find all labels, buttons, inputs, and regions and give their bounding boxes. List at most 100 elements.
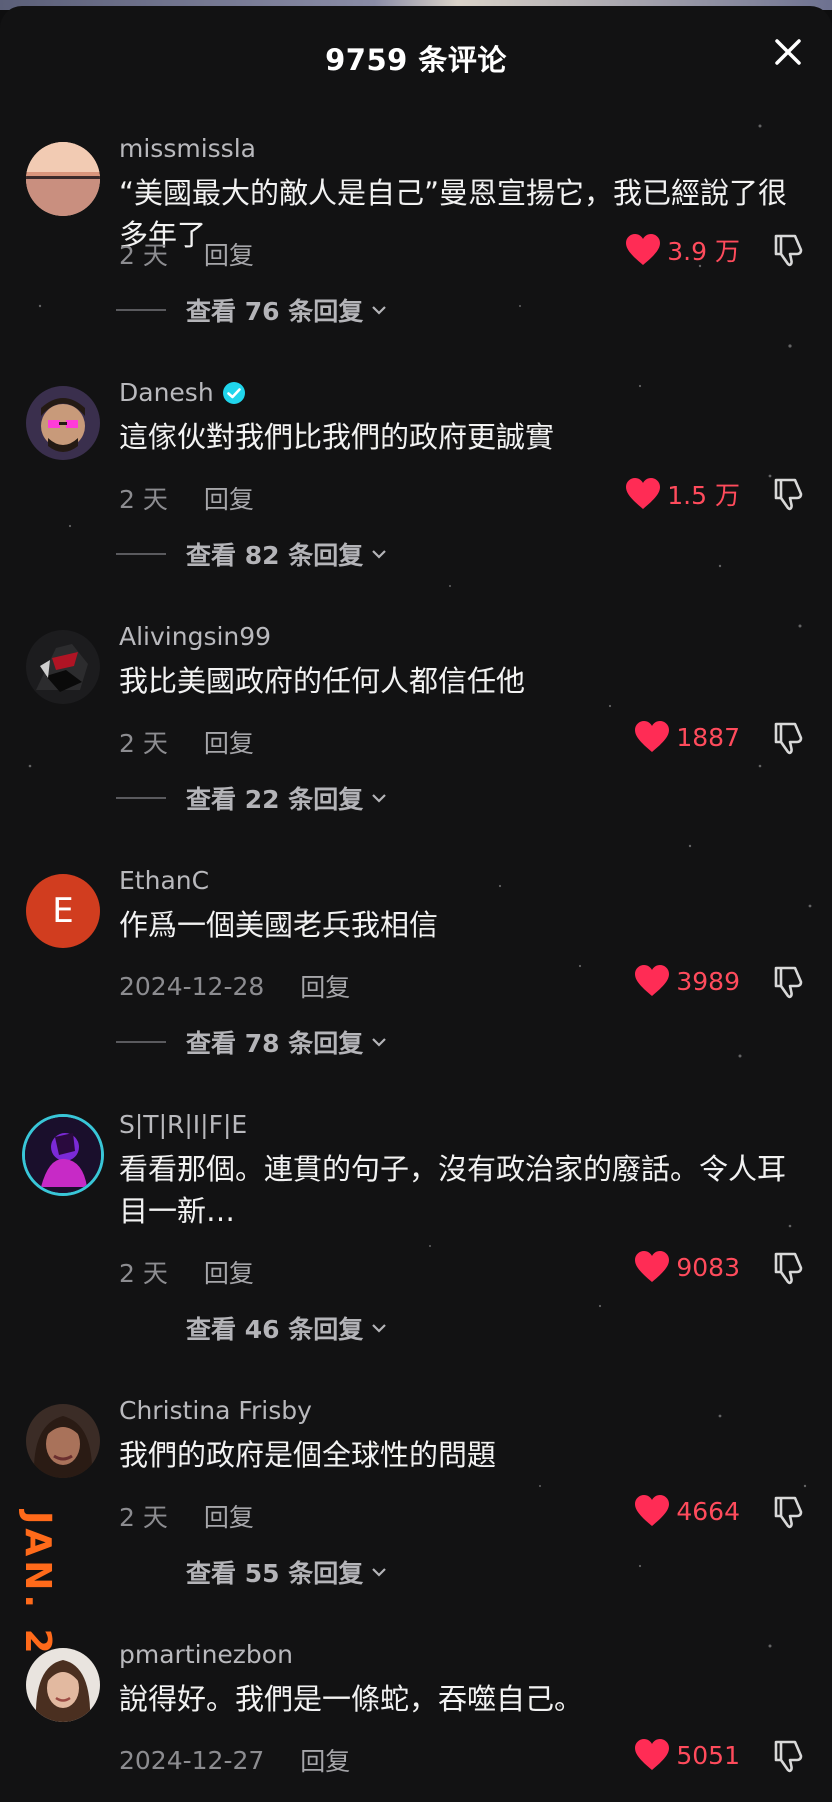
comment-item: Alivingsin99 我比美國政府的任何人都信任他 2 天 回复 1887 … <box>0 622 832 866</box>
comment-meta: 2 天 回复 <box>119 1254 254 1290</box>
replies-divider <box>116 1571 166 1573</box>
view-replies-button[interactable]: 查看 22 条回复 <box>116 780 387 816</box>
reply-button[interactable]: 回复 <box>204 480 254 516</box>
comment-username[interactable]: EthanC <box>119 866 209 895</box>
comment-item: Danesh 這傢伙對我們比我們的政府更誠實 2 天 回复 1.5 万 查看 8… <box>0 378 832 622</box>
comment-time: 2 天 <box>119 1259 168 1288</box>
comment-meta: 2024-12-27 回复 <box>119 1742 350 1778</box>
comment-item: S|T|R|I|F|E 看看那個。連貫的句子，沒有政治家的廢話。令人耳目一新… … <box>0 1110 832 1354</box>
avatar[interactable] <box>26 1648 100 1722</box>
like-button[interactable]: 3989 <box>634 964 740 998</box>
comment-time: 2 天 <box>119 729 168 758</box>
chevron-down-icon <box>372 1038 386 1047</box>
comment-meta: 2024-12-28 回复 <box>119 968 350 1004</box>
avatar[interactable] <box>26 386 100 460</box>
comment-username[interactable]: Christina Frisby <box>119 1396 312 1425</box>
heart-icon <box>626 234 661 265</box>
reply-button[interactable]: 回复 <box>204 724 254 760</box>
replies-divider <box>116 1041 166 1043</box>
chevron-down-icon <box>372 306 386 315</box>
comment-time: 2024-12-28 <box>119 971 265 1001</box>
video-date-overlay: JAN. 2 <box>17 1511 58 1658</box>
reply-button[interactable]: 回复 <box>300 1742 350 1778</box>
comment-username[interactable]: Alivingsin99 <box>119 622 271 651</box>
heart-icon <box>635 721 670 752</box>
comment-meta: 2 天 回复 <box>119 1498 254 1534</box>
comment-username[interactable]: S|T|R|I|F|E <box>119 1110 247 1139</box>
replies-divider <box>116 553 166 555</box>
replies-divider <box>116 309 166 311</box>
comment-text: 說得好。我們是一條蛇，吞噬自己。 <box>119 1682 584 1716</box>
heart-icon <box>635 1739 670 1770</box>
like-button[interactable]: 5051 <box>634 1738 740 1772</box>
comments-panel: 9759 条评论 missmissla “美國最大的敵人是自己”曼恩宣揚它，我已… <box>0 6 832 1802</box>
dislike-icon[interactable] <box>770 1738 806 1774</box>
dislike-icon[interactable] <box>770 1250 806 1286</box>
heart-icon <box>635 1495 670 1526</box>
replies-divider <box>116 1327 166 1329</box>
view-replies-button[interactable]: 查看 76 条回复 <box>116 292 387 328</box>
dislike-icon[interactable] <box>770 720 806 756</box>
comment-meta: 2 天 回复 <box>119 236 254 272</box>
like-count: 1.5 万 <box>667 481 740 510</box>
view-replies-button[interactable]: 查看 46 条回复 <box>116 1310 387 1346</box>
comments-header: 9759 条评论 <box>0 6 832 102</box>
comment-time: 2024-12-27 <box>119 1745 265 1775</box>
like-count: 5051 <box>676 1740 740 1770</box>
reply-button[interactable]: 回复 <box>204 1254 254 1290</box>
comment-item: missmissla “美國最大的敵人是自己”曼恩宣揚它，我已經說了很多年了 2… <box>0 134 832 378</box>
like-button[interactable]: 1.5 万 <box>625 476 740 512</box>
pixel-face-avatar-icon <box>26 386 100 460</box>
comment-item: Christina Frisby 我們的政府是個全球性的問題 2 天 回复 46… <box>0 1396 832 1640</box>
avatar[interactable] <box>26 630 100 704</box>
view-replies-button[interactable]: 查看 78 条回复 <box>116 1024 387 1060</box>
view-replies-button[interactable]: 查看 82 条回复 <box>116 536 387 572</box>
comment-username[interactable]: pmartinezbon <box>119 1640 293 1669</box>
like-count: 3.9 万 <box>667 237 740 266</box>
sunset-avatar-icon <box>26 142 100 216</box>
avatar-letter: E <box>52 891 74 931</box>
heart-icon <box>635 965 670 996</box>
comment-username[interactable]: Danesh <box>119 378 246 407</box>
view-replies-button[interactable]: 查看 55 条回复 <box>116 1554 387 1590</box>
chevron-down-icon <box>372 1568 386 1577</box>
comment-username[interactable]: missmissla <box>119 134 256 163</box>
like-button[interactable]: 4664 <box>634 1494 740 1528</box>
purple-figure-avatar-icon <box>25 1117 101 1193</box>
avatar[interactable] <box>26 142 100 216</box>
comment-time: 2 天 <box>119 241 168 270</box>
dislike-icon[interactable] <box>770 1494 806 1530</box>
verified-badge-icon <box>222 381 245 404</box>
avatar[interactable] <box>22 1114 104 1196</box>
woman-avatar-icon <box>26 1404 100 1478</box>
comment-text: 我們的政府是個全球性的問題 <box>119 1438 497 1472</box>
comment-time: 2 天 <box>119 485 168 514</box>
dislike-icon[interactable] <box>770 476 806 512</box>
heart-icon <box>626 478 661 509</box>
comment-text: 我比美國政府的任何人都信任他 <box>119 664 526 698</box>
reply-button[interactable]: 回复 <box>204 236 254 272</box>
like-count: 4664 <box>676 1496 740 1526</box>
comment-text: 作爲一個美國老兵我相信 <box>119 908 439 942</box>
like-button[interactable]: 9083 <box>634 1250 740 1284</box>
heart-icon <box>635 1251 670 1282</box>
reply-button[interactable]: 回复 <box>300 968 350 1004</box>
reply-button[interactable]: 回复 <box>204 1498 254 1534</box>
comment-meta: 2 天 回复 <box>119 724 254 760</box>
dislike-icon[interactable] <box>770 964 806 1000</box>
comment-meta: 2 天 回复 <box>119 480 254 516</box>
comment-item: pmartinezbon 說得好。我們是一條蛇，吞噬自己。 2024-12-27… <box>0 1640 832 1802</box>
like-button[interactable]: 3.9 万 <box>625 232 740 268</box>
close-icon[interactable] <box>770 34 806 70</box>
chevron-down-icon <box>372 1324 386 1333</box>
avatar[interactable] <box>26 1404 100 1478</box>
like-count: 3989 <box>676 966 740 996</box>
dislike-icon[interactable] <box>770 232 806 268</box>
like-count: 9083 <box>676 1252 740 1282</box>
comment-count-title: 9759 条评论 <box>325 43 507 77</box>
chevron-down-icon <box>372 794 386 803</box>
like-button[interactable]: 1887 <box>634 720 740 754</box>
avatar[interactable]: E <box>26 874 100 948</box>
comment-item: E EthanC 作爲一個美國老兵我相信 2024-12-28 回复 3989 … <box>0 866 832 1110</box>
comment-text: 這傢伙對我們比我們的政府更誠實 <box>119 420 555 454</box>
